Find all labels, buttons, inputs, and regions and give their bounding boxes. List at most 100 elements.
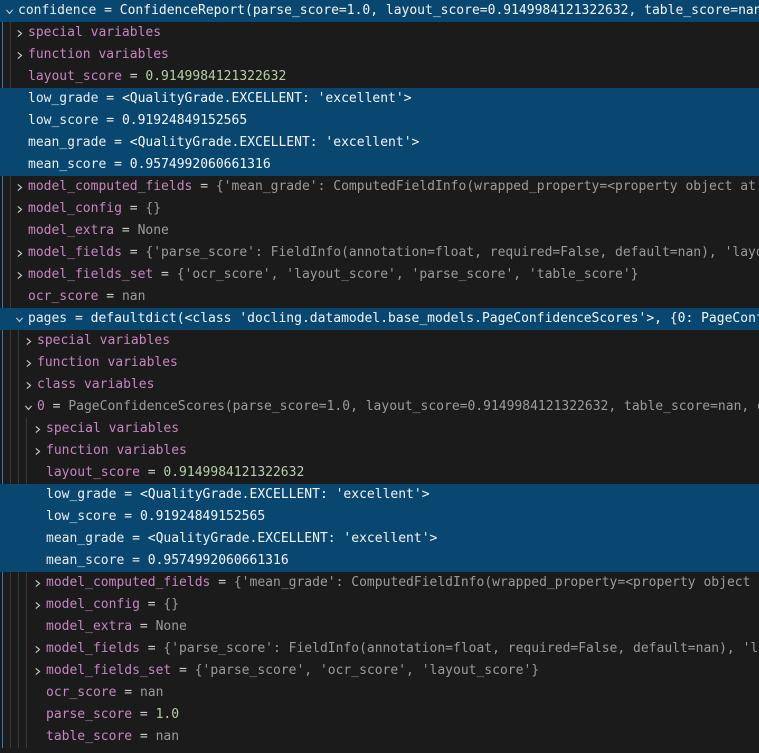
tree-row-section[interactable]: class variables [0,374,759,396]
equals-sign: = [67,308,90,330]
tree-row-section[interactable]: special variables [0,330,759,352]
tree-row-variable[interactable]: model_fields = {'parse_score': FieldInfo… [0,638,759,660]
chevron-right-icon[interactable] [33,418,46,440]
equals-sign: = [122,198,145,220]
tree-row-section[interactable]: special variables [0,418,759,440]
twistie-spacer [33,726,46,748]
twistie-spacer [33,616,46,638]
variable-name: model_fields_set [46,660,171,682]
equals-sign: = [124,528,147,550]
twistie-spacer [15,132,28,154]
tree-row-variable[interactable]: mean_grade = <QualityGrade.EXCELLENT: 'e… [0,132,759,154]
tree-row-variable[interactable]: model_computed_fields = {'mean_grade': C… [0,572,759,594]
chevron-right-icon[interactable] [33,594,46,616]
tree-row-variable[interactable]: 0 = PageConfidenceScores(parse_score=1.0… [0,396,759,418]
chevron-right-icon[interactable] [33,638,46,660]
tree-row-variable[interactable]: ocr_score = nan [0,286,759,308]
tree-row-variable[interactable]: parse_score = 1.0 [0,704,759,726]
tree-row-variable[interactable]: mean_score = 0.9574992060661316 [0,550,759,572]
equals-sign: = [124,550,147,572]
chevron-right-icon[interactable] [33,660,46,682]
chevron-down-icon[interactable] [15,308,28,330]
variable-name: 0 [37,396,45,418]
equals-sign: = [45,396,68,418]
chevron-right-icon[interactable] [24,352,37,374]
tree-row-variable[interactable]: mean_grade = <QualityGrade.EXCELLENT: 'e… [0,528,759,550]
variable-value: 0.9149984121322632 [163,462,304,484]
variable-name: low_score [46,506,116,528]
variable-value: nan [156,726,179,748]
tree-row-variable[interactable]: confidence = ConfidenceReport(parse_scor… [0,0,759,22]
variable-value: {'mean_grade': ComputedFieldInfo(wrapped… [216,176,756,198]
tree-row-variable[interactable]: low_score = 0.91924849152565 [0,506,759,528]
tree-row-variable[interactable]: low_grade = <QualityGrade.EXCELLENT: 'ex… [0,88,759,110]
tree-row-variable[interactable]: layout_score = 0.9149984121322632 [0,66,759,88]
tree-row-variable[interactable]: model_fields_set = {'ocr_score', 'layout… [0,264,759,286]
tree-row-variable[interactable]: mean_score = 0.9574992060661316 [0,154,759,176]
variable-value: nan [140,682,163,704]
tree-row-variable[interactable]: model_config = {} [0,594,759,616]
variable-name: model_computed_fields [28,176,192,198]
variable-value: {'parse_score': FieldInfo(annotation=flo… [163,638,759,660]
tree-row-section[interactable]: function variables [0,44,759,66]
tree-row-variable[interactable]: table_score = nan [0,726,759,748]
variable-value: ConfidenceReport(parse_score=1.0, layout… [120,0,759,22]
chevron-down-icon[interactable] [5,0,18,22]
variable-name: model_config [28,198,122,220]
chevron-right-icon[interactable] [15,198,28,220]
equals-sign: = [132,726,155,748]
tree-row-variable[interactable]: model_config = {} [0,198,759,220]
chevron-right-icon[interactable] [24,330,37,352]
variable-name: ocr_score [46,682,116,704]
tree-row-variable[interactable]: model_extra = None [0,616,759,638]
variable-value: defaultdict(<class 'docling.datamodel.ba… [91,308,759,330]
equals-sign: = [140,638,163,660]
chevron-right-icon[interactable] [15,22,28,44]
chevron-right-icon[interactable] [15,264,28,286]
equals-sign: = [96,0,119,22]
tree-row-section[interactable]: function variables [0,352,759,374]
equals-sign: = [114,220,137,242]
tree-row-variable[interactable]: model_fields_set = {'parse_score', 'ocr_… [0,660,759,682]
variable-value: 0.9574992060661316 [130,154,271,176]
equals-sign: = [140,594,163,616]
tree-row-section[interactable]: special variables [0,22,759,44]
tree-row-section[interactable]: function variables [0,440,759,462]
tree-row-variable[interactable]: model_computed_fields = {'mean_grade': C… [0,176,759,198]
chevron-down-icon[interactable] [24,396,37,418]
variable-name: confidence [18,0,96,22]
chevron-right-icon[interactable] [15,242,28,264]
variable-name: mean_score [28,154,106,176]
tree-row-variable[interactable]: layout_score = 0.9149984121322632 [0,462,759,484]
equals-sign: = [132,616,155,638]
twistie-spacer [33,550,46,572]
section-label: special variables [28,22,161,44]
tree-row-variable[interactable]: low_grade = <QualityGrade.EXCELLENT: 'ex… [0,484,759,506]
variable-value: {'parse_score', 'ocr_score', 'layout_sco… [195,660,539,682]
variable-name: model_extra [28,220,114,242]
variable-name: pages [28,308,67,330]
chevron-right-icon[interactable] [15,44,28,66]
variable-name: model_extra [46,616,132,638]
tree-row-variable[interactable]: low_score = 0.91924849152565 [0,110,759,132]
chevron-right-icon[interactable] [24,374,37,396]
section-label: special variables [37,330,170,352]
tree-row-variable[interactable]: pages = defaultdict(<class 'docling.data… [0,308,759,330]
equals-sign: = [98,88,121,110]
tree-row-variable[interactable]: model_fields = {'parse_score': FieldInfo… [0,242,759,264]
variable-name: low_score [28,110,98,132]
equals-sign: = [106,132,129,154]
variable-value: 0.9574992060661316 [148,550,289,572]
twistie-spacer [15,110,28,132]
variable-name: layout_score [46,462,140,484]
tree-row-variable[interactable]: model_extra = None [0,220,759,242]
variable-value: {} [145,198,161,220]
variable-name: model_fields [28,242,122,264]
equals-sign: = [98,110,121,132]
tree-row-variable[interactable]: ocr_score = nan [0,682,759,704]
chevron-right-icon[interactable] [33,440,46,462]
chevron-right-icon[interactable] [33,572,46,594]
equals-sign: = [106,154,129,176]
equals-sign: = [140,462,163,484]
chevron-right-icon[interactable] [15,176,28,198]
